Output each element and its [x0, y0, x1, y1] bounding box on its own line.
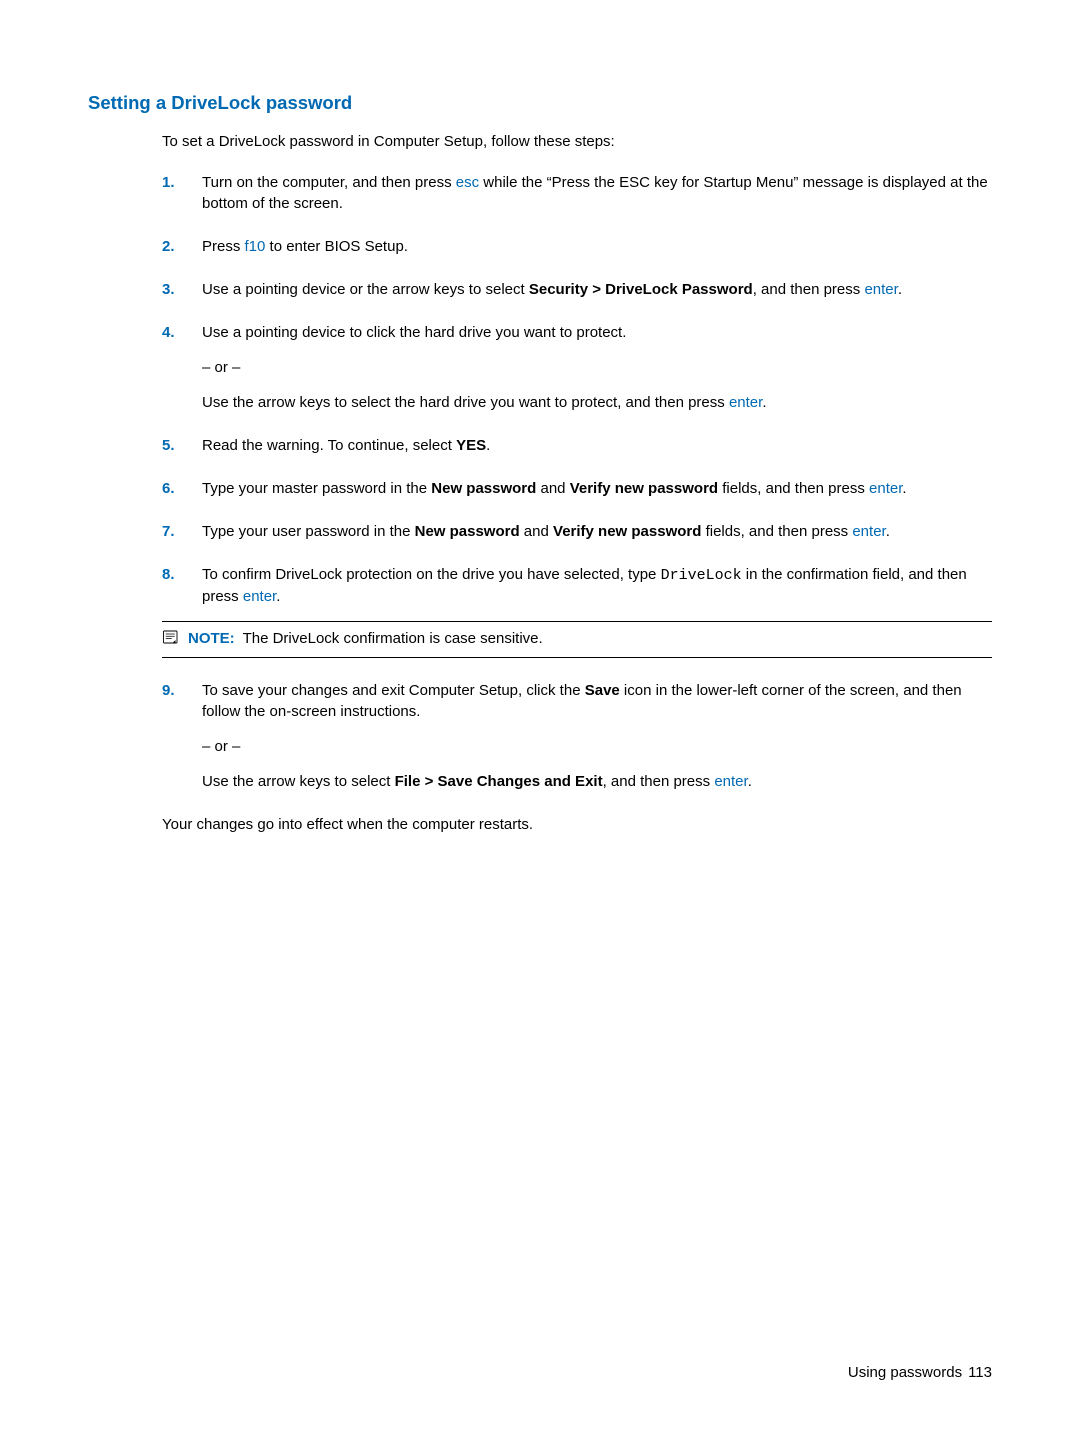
- step-text: .: [902, 480, 906, 497]
- step-text: and: [536, 480, 569, 497]
- step-6: 6. Type your master password in the New …: [162, 478, 992, 499]
- step-alt-text: Use the arrow keys to select File > Save…: [202, 771, 992, 792]
- step-number: 3.: [162, 279, 175, 300]
- enter-key: enter: [243, 588, 276, 605]
- note-icon: [162, 629, 180, 645]
- step-7: 7. Type your user password in the New pa…: [162, 521, 992, 542]
- section-heading: Setting a DriveLock password: [88, 92, 992, 114]
- step-text: Use a pointing device to click the hard …: [202, 324, 626, 341]
- closing-text: Your changes go into effect when the com…: [162, 814, 992, 835]
- step-text: Type your master password in the: [202, 480, 431, 497]
- step-alt-text: Use the arrow keys to select the hard dr…: [202, 392, 992, 413]
- menu-path: File > Save Changes and Exit: [395, 773, 603, 790]
- step-number: 7.: [162, 521, 175, 542]
- step-9: 9. To save your changes and exit Compute…: [162, 680, 992, 792]
- or-text: – or –: [202, 357, 992, 378]
- step-number: 9.: [162, 680, 175, 701]
- yes-option: YES: [456, 437, 486, 454]
- step-text: .: [898, 281, 902, 298]
- esc-key: esc: [456, 174, 479, 191]
- step-text: To confirm DriveLock protection on the d…: [202, 566, 661, 583]
- enter-key: enter: [729, 394, 762, 411]
- save-icon-name: Save: [585, 682, 620, 699]
- literal-text: DriveLock: [661, 567, 742, 584]
- enter-key: enter: [869, 480, 902, 497]
- step-text: .: [748, 773, 752, 790]
- enter-key: enter: [852, 523, 885, 540]
- step-number: 8.: [162, 564, 175, 585]
- step-text: Use the arrow keys to select: [202, 773, 395, 790]
- page-container: Setting a DriveLock password To set a Dr…: [0, 0, 1080, 1437]
- step-text: Press: [202, 238, 245, 255]
- note-block: NOTE: The DriveLock confirmation is case…: [162, 621, 992, 658]
- step-number: 4.: [162, 322, 175, 343]
- step-text: .: [762, 394, 766, 411]
- step-text: fields, and then press: [718, 480, 869, 497]
- step-text: .: [886, 523, 890, 540]
- field-name: New password: [431, 480, 536, 497]
- step-text: , and then press: [753, 281, 865, 298]
- note-text: The DriveLock confirmation is case sensi…: [243, 630, 543, 647]
- step-3: 3. Use a pointing device or the arrow ke…: [162, 279, 992, 300]
- field-name: Verify new password: [570, 480, 718, 497]
- step-number: 2.: [162, 236, 175, 257]
- step-text: Use the arrow keys to select the hard dr…: [202, 394, 729, 411]
- step-2: 2. Press f10 to enter BIOS Setup.: [162, 236, 992, 257]
- step-text: and: [520, 523, 553, 540]
- step-8: 8. To confirm DriveLock protection on th…: [162, 564, 992, 658]
- steps-list: 1. Turn on the computer, and then press …: [162, 172, 992, 792]
- enter-key: enter: [864, 281, 897, 298]
- step-5: 5. Read the warning. To continue, select…: [162, 435, 992, 456]
- step-text: fields, and then press: [701, 523, 852, 540]
- field-name: Verify new password: [553, 523, 701, 540]
- note-label: NOTE:: [188, 630, 235, 647]
- step-text: Turn on the computer, and then press: [202, 174, 456, 191]
- step-number: 5.: [162, 435, 175, 456]
- note-content: NOTE: The DriveLock confirmation is case…: [188, 628, 543, 649]
- field-name: New password: [415, 523, 520, 540]
- step-1: 1. Turn on the computer, and then press …: [162, 172, 992, 214]
- step-text: to enter BIOS Setup.: [265, 238, 408, 255]
- step-text: Type your user password in the: [202, 523, 415, 540]
- enter-key: enter: [714, 773, 747, 790]
- page-number: 113: [968, 1364, 992, 1381]
- step-text: To save your changes and exit Computer S…: [202, 682, 585, 699]
- or-text: – or –: [202, 736, 992, 757]
- step-number: 6.: [162, 478, 175, 499]
- step-text: , and then press: [603, 773, 715, 790]
- step-text: .: [276, 588, 280, 605]
- intro-text: To set a DriveLock password in Computer …: [162, 132, 992, 152]
- step-4: 4. Use a pointing device to click the ha…: [162, 322, 992, 413]
- menu-path: Security > DriveLock Password: [529, 281, 753, 298]
- step-number: 1.: [162, 172, 175, 193]
- page-footer: Using passwords 113: [848, 1364, 992, 1381]
- step-text: Read the warning. To continue, select: [202, 437, 456, 454]
- step-text: Use a pointing device or the arrow keys …: [202, 281, 529, 298]
- step-text: .: [486, 437, 490, 454]
- f10-key: f10: [245, 238, 266, 255]
- footer-section: Using passwords: [848, 1364, 962, 1381]
